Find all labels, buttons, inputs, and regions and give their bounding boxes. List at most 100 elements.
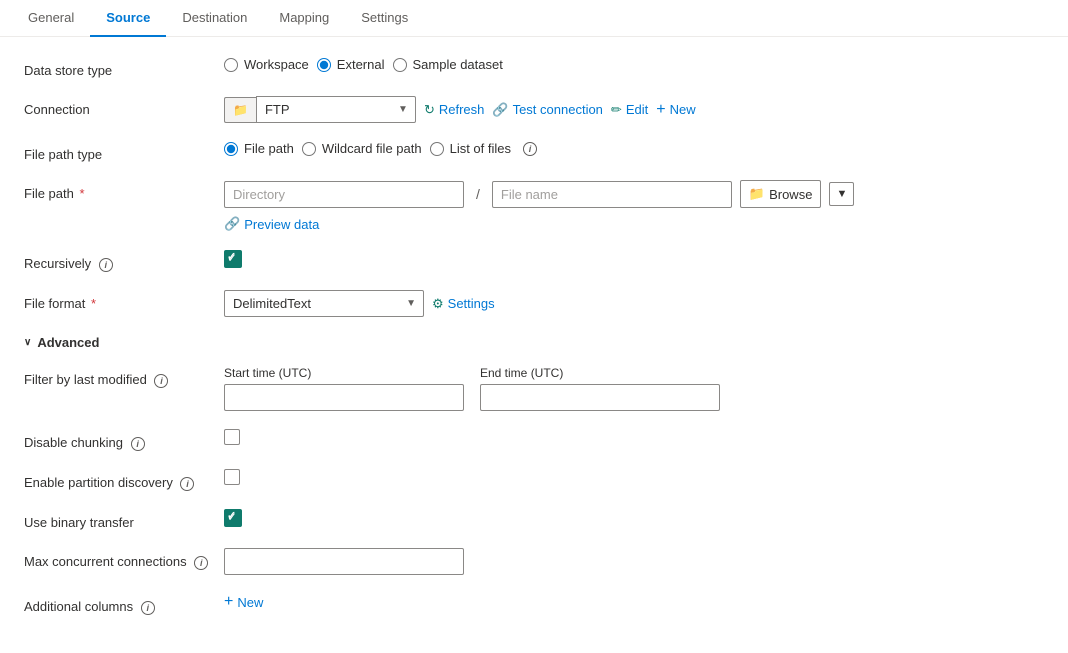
file-format-row: File format * DelimitedText ▼ ⚙ Settings [24, 290, 876, 317]
browse-button[interactable]: 📁 Browse [740, 180, 822, 208]
file-path-type-controls: File path Wildcard file path List of fil… [224, 141, 876, 156]
advanced-section-header[interactable]: ∨ Advanced [24, 335, 876, 350]
start-time-input[interactable] [224, 384, 464, 411]
filter-info-icon[interactable]: i [154, 374, 168, 388]
file-format-dropdown-wrapper: DelimitedText ▼ [224, 290, 424, 317]
additional-columns-new-button[interactable]: + New [224, 593, 263, 611]
new-connection-label: New [670, 102, 696, 117]
disable-chunking-info-icon[interactable]: i [131, 437, 145, 451]
radio-workspace-label: Workspace [244, 57, 309, 72]
max-connections-row: Max concurrent connections i [24, 548, 876, 575]
radio-list-input[interactable] [430, 142, 444, 156]
radio-wildcard-input[interactable] [302, 142, 316, 156]
tab-source[interactable]: Source [90, 0, 166, 37]
radio-workspace[interactable]: Workspace [224, 57, 309, 72]
advanced-label: Advanced [37, 335, 99, 350]
settings-label: Settings [448, 296, 495, 311]
tab-settings[interactable]: Settings [345, 0, 424, 37]
recursively-checkbox[interactable] [224, 250, 242, 268]
max-connections-label: Max concurrent connections i [24, 548, 224, 570]
refresh-button[interactable]: ↻ Refresh [424, 102, 484, 118]
binary-transfer-checkbox[interactable] [224, 509, 242, 527]
tab-general[interactable]: General [12, 0, 90, 37]
edit-icon: ✏ [611, 102, 622, 118]
folder-icon: 📁 [233, 103, 248, 117]
advanced-chevron-icon: ∨ [24, 337, 31, 348]
refresh-label: Refresh [439, 102, 485, 117]
file-path-type-info-icon[interactable]: i [523, 142, 537, 156]
browse-chevron-button[interactable]: ▼ [829, 182, 854, 206]
new-connection-button[interactable]: + New [656, 101, 695, 119]
filename-input[interactable] [492, 181, 732, 208]
test-connection-button[interactable]: 🔗 Test connection [492, 102, 603, 118]
radio-filepath[interactable]: File path [224, 141, 294, 156]
enable-partition-info-icon[interactable]: i [180, 477, 194, 491]
file-path-row: File path * / 📁 Browse ▼ 🔗 Preview data [24, 180, 876, 232]
tab-mapping[interactable]: Mapping [263, 0, 345, 37]
radio-external-input[interactable] [317, 58, 331, 72]
binary-transfer-label: Use binary transfer [24, 509, 224, 530]
additional-columns-label: Additional columns i [24, 593, 224, 615]
browse-label: Browse [769, 187, 812, 202]
settings-icon: ⚙ [432, 296, 444, 312]
file-path-label: File path * [24, 180, 224, 201]
test-connection-icon: 🔗 [492, 102, 508, 118]
radio-sample[interactable]: Sample dataset [393, 57, 503, 72]
file-format-dropdown[interactable]: DelimitedText [224, 290, 424, 317]
file-path-controls: / 📁 Browse ▼ 🔗 Preview data [224, 180, 876, 232]
binary-transfer-row: Use binary transfer ✓ [24, 509, 876, 530]
radio-wildcard[interactable]: Wildcard file path [302, 141, 422, 156]
radio-filepath-label: File path [244, 141, 294, 156]
edit-button[interactable]: ✏ Edit [611, 102, 648, 118]
binary-transfer-controls: ✓ [224, 509, 876, 527]
radio-list[interactable]: List of files [430, 141, 511, 156]
radio-sample-input[interactable] [393, 58, 407, 72]
max-connections-input[interactable] [224, 548, 464, 575]
settings-button[interactable]: ⚙ Settings [432, 296, 495, 312]
test-connection-label: Test connection [513, 102, 603, 117]
radio-sample-label: Sample dataset [413, 57, 503, 72]
max-connections-info-icon[interactable]: i [194, 556, 208, 570]
connection-dropdown[interactable]: FTP [256, 96, 416, 123]
data-store-type-row: Data store type Workspace External Sampl… [24, 57, 876, 78]
data-store-type-label: Data store type [24, 57, 224, 78]
recursively-label: Recursively i [24, 250, 224, 272]
form-content: Data store type Workspace External Sampl… [0, 37, 900, 653]
radio-list-label: List of files [450, 141, 511, 156]
directory-input[interactable] [224, 181, 464, 208]
radio-external[interactable]: External [317, 57, 385, 72]
file-format-label: File format * [24, 290, 224, 311]
additional-columns-row: Additional columns i + New [24, 593, 876, 615]
file-format-required: * [87, 296, 96, 311]
radio-filepath-input[interactable] [224, 142, 238, 156]
radio-workspace-input[interactable] [224, 58, 238, 72]
start-time-label: Start time (UTC) [224, 366, 464, 380]
edit-label: Edit [626, 102, 648, 117]
binary-transfer-checkbox-wrapper: ✓ [224, 509, 242, 527]
end-time-input[interactable] [480, 384, 720, 411]
plus-icon: + [656, 101, 665, 119]
recursively-info-icon[interactable]: i [99, 258, 113, 272]
data-store-type-controls: Workspace External Sample dataset [224, 57, 876, 72]
plus-new-icon: + [224, 593, 233, 611]
tab-destination[interactable]: Destination [166, 0, 263, 37]
recursively-checkbox-wrapper: ✓ [224, 250, 242, 268]
preview-label: Preview data [244, 217, 319, 232]
enable-partition-row: Enable partition discovery i [24, 469, 876, 491]
max-connections-controls [224, 548, 876, 575]
enable-partition-checkbox[interactable] [224, 469, 240, 485]
recursively-row: Recursively i ✓ [24, 250, 876, 272]
ftp-prefix: 📁 [224, 97, 256, 123]
disable-chunking-label: Disable chunking i [24, 429, 224, 451]
path-separator: / [476, 186, 480, 202]
filter-last-modified-row: Filter by last modified i Start time (UT… [24, 366, 876, 411]
new-columns-label: New [237, 595, 263, 610]
time-inputs-group: Start time (UTC) End time (UTC) [224, 366, 720, 411]
additional-columns-info-icon[interactable]: i [141, 601, 155, 615]
disable-chunking-controls [224, 429, 876, 445]
filter-last-modified-controls: Start time (UTC) End time (UTC) [224, 366, 876, 411]
disable-chunking-checkbox[interactable] [224, 429, 240, 445]
enable-partition-label: Enable partition discovery i [24, 469, 224, 491]
end-time-label: End time (UTC) [480, 366, 720, 380]
preview-data-button[interactable]: 🔗 Preview data [224, 216, 319, 232]
